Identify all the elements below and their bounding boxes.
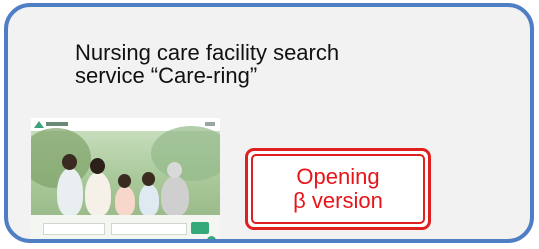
person-figure: [85, 172, 111, 216]
site-menu-icon: [205, 122, 215, 126]
person-head: [167, 162, 182, 178]
site-logo-icon: [34, 121, 44, 128]
person-figure: [57, 168, 83, 216]
person-figure: [115, 186, 135, 216]
person-head: [62, 154, 77, 170]
service-title-line-1: Nursing care facility search: [75, 40, 340, 65]
service-title-line-2: service “Care-ring”: [75, 63, 258, 88]
site-scroll-button-icon: [207, 236, 216, 239]
website-screenshot-image: [31, 118, 220, 243]
tree-foliage: [151, 126, 220, 181]
site-tagline: [93, 239, 157, 243]
site-search-field: [111, 223, 187, 235]
site-search-button: [191, 222, 209, 234]
beta-badge-inner: Opening β version: [251, 154, 425, 224]
service-card: Nursing care facility search service “Ca…: [4, 3, 534, 243]
person-figure: [161, 176, 189, 216]
beta-badge-line-2: β version: [293, 188, 383, 213]
beta-badge: Opening β version: [245, 148, 431, 230]
person-head: [90, 158, 105, 174]
person-head: [118, 174, 131, 188]
site-search-field: [43, 223, 105, 235]
beta-badge-line-1: Opening: [296, 164, 380, 189]
person-figure: [139, 184, 159, 216]
person-head: [142, 172, 155, 186]
service-title: Nursing care facility search service “Ca…: [75, 41, 495, 87]
site-logo-text: [46, 122, 68, 126]
